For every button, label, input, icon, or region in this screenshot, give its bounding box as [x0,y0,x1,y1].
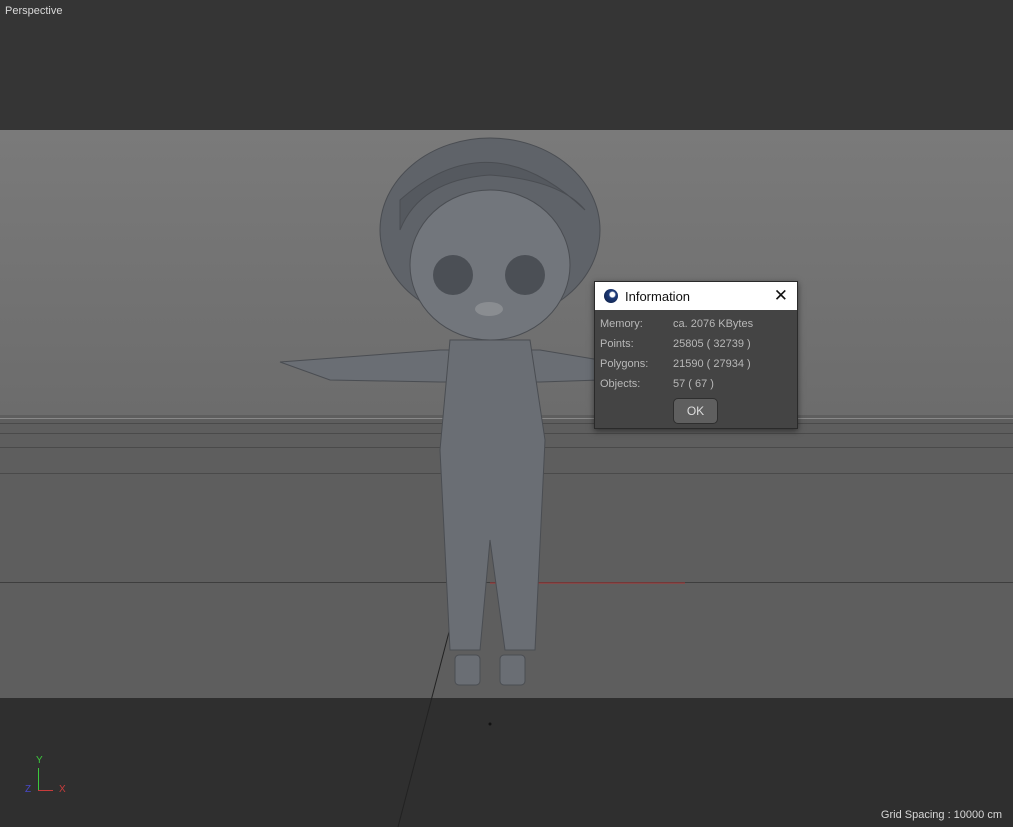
grid-spacing-label: Grid Spacing : 10000 cm [880,809,1002,821]
info-value: 25805 ( 32739 ) [673,338,751,350]
dialog-title: Information [625,288,691,304]
axis-z-label: Z [25,784,32,795]
axis-x-line [38,790,53,791]
info-row-points: Points: 25805 ( 32739 ) [600,338,751,350]
axis-gizmo: Y Z X [22,755,82,800]
ok-button[interactable]: OK [673,398,718,424]
close-icon[interactable]: ✕ [774,286,788,306]
info-value: 21590 ( 27934 ) [673,358,751,370]
info-row-polygons: Polygons: 21590 ( 27934 ) [600,358,751,370]
info-label: Objects: [600,378,641,390]
dialog-titlebar[interactable]: Information ✕ [595,282,797,310]
info-row-objects: Objects: 57 ( 67 ) [600,378,714,390]
info-label: Polygons: [600,358,649,370]
information-dialog: Information ✕ Memory: ca. 2076 KBytes Poi… [594,281,798,429]
app-logo-icon [604,289,618,303]
character-model[interactable] [0,0,1013,827]
info-value: ca. 2076 KBytes [673,318,754,330]
info-value: 57 ( 67 ) [673,378,714,390]
info-label: Points: [600,338,634,350]
axis-y-label: Y [36,755,43,766]
info-row-memory: Memory: ca. 2076 KBytes [600,318,753,330]
axis-x-label: X [59,784,66,795]
axis-y-line [38,768,39,790]
info-label: Memory: [600,318,643,330]
viewport-label: Perspective [5,5,63,17]
